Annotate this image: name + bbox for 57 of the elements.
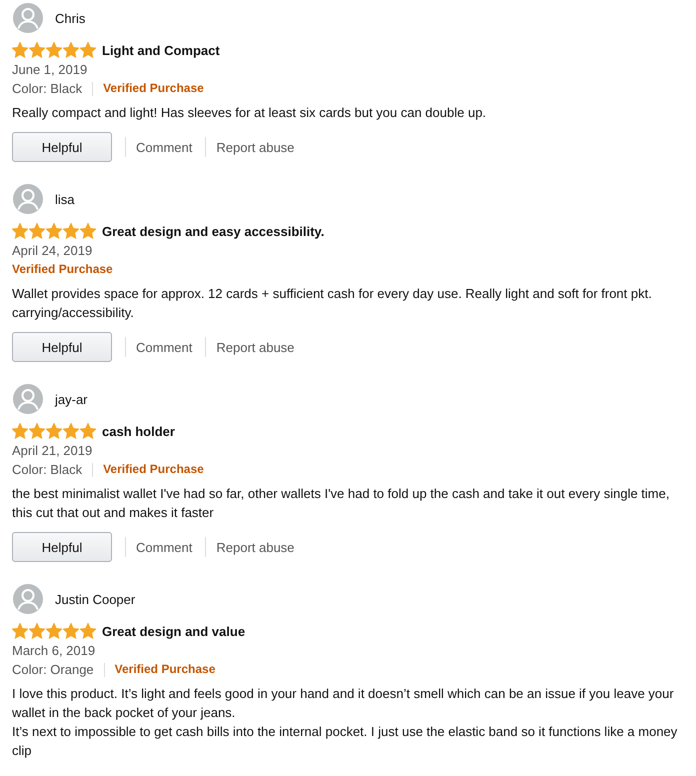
review-title: Great design and easy accessibility. bbox=[102, 224, 324, 238]
star-icon bbox=[46, 623, 62, 639]
review-text: Really compact and light! Has sleeves for at least six cards but you can double up. bbox=[12, 104, 488, 122]
comment-link[interactable]: Comment bbox=[136, 340, 192, 354]
comment-link[interactable]: Comment bbox=[136, 540, 192, 554]
avatar-icon bbox=[13, 3, 43, 33]
review-text: I love this product. It’s light and feels good in your hand and it doesn’t smell which can be an issue if you leave your wallet in the back pocket of your jeans. bbox=[12, 685, 675, 722]
star-icon bbox=[46, 223, 62, 239]
avatar-icon bbox=[13, 584, 43, 614]
reviewer-name: jay-ar bbox=[55, 392, 88, 406]
verified-purchase: Verified Purchase bbox=[12, 261, 113, 278]
star-icon bbox=[80, 623, 96, 639]
reviewer-name: Chris bbox=[55, 10, 86, 26]
star-icon bbox=[80, 423, 96, 439]
star-icon bbox=[63, 623, 79, 639]
star-icon bbox=[46, 42, 62, 58]
star-icon bbox=[29, 623, 45, 639]
star-icon bbox=[80, 223, 96, 239]
report-abuse-link[interactable]: Report abuse bbox=[216, 340, 294, 354]
avatar-icon bbox=[13, 184, 43, 214]
review-date: April 24, 2019 bbox=[12, 242, 94, 260]
star-icon bbox=[12, 42, 28, 58]
star-icon bbox=[12, 423, 28, 439]
verified-purchase: Verified Purchase bbox=[103, 80, 204, 97]
reviewer-name: lisa bbox=[55, 192, 75, 206]
comment-link[interactable]: Comment bbox=[136, 140, 192, 154]
verified-purchase: Verified Purchase bbox=[103, 461, 204, 478]
review-title: Great design and value bbox=[102, 624, 246, 638]
review-title: Light and Compact bbox=[102, 42, 220, 58]
review-text: the best minimalist wallet I've had so far, other wallets I've had to fold up the cash and take it out every single time, this cut that out and makes it faster bbox=[12, 485, 670, 522]
star-icon bbox=[80, 42, 96, 58]
product-variant: Color: Orange bbox=[12, 661, 94, 679]
review-date: June 1, 2019 bbox=[12, 61, 88, 79]
product-variant: Color: Black bbox=[12, 80, 82, 98]
review-date: March 6, 2019 bbox=[12, 642, 96, 660]
star-icon bbox=[29, 42, 45, 58]
review-text: Wallet provides space for approx. 12 cards + sufficient cash for every day use. Really light and soft for front pkt. carrying/accessibility. bbox=[12, 285, 653, 322]
report-abuse-link[interactable]: Report abuse bbox=[216, 540, 294, 554]
star-icon bbox=[12, 223, 28, 239]
helpful-button[interactable]: Helpful bbox=[12, 132, 112, 162]
star-icon bbox=[63, 223, 79, 239]
star-icon bbox=[29, 223, 45, 239]
star-icon bbox=[63, 42, 79, 58]
star-icon bbox=[12, 623, 28, 639]
helpful-button[interactable]: Helpful bbox=[12, 532, 112, 562]
star-icon bbox=[46, 423, 62, 439]
star-icon bbox=[63, 423, 79, 439]
verified-purchase: Verified Purchase bbox=[114, 661, 216, 678]
review-text: It’s next to impossible to get cash bills into the internal pocket. I just use the elastic band so it functions like a money clip bbox=[12, 723, 678, 760]
review-title: cash holder bbox=[102, 424, 175, 438]
star-icon bbox=[29, 423, 45, 439]
report-abuse-link[interactable]: Report abuse bbox=[216, 140, 294, 154]
helpful-button[interactable]: Helpful bbox=[12, 332, 112, 362]
reviewer-name: Justin Cooper bbox=[55, 592, 136, 606]
product-variant: Color: Black bbox=[12, 461, 82, 479]
review-date: April 21, 2019 bbox=[12, 442, 94, 460]
avatar-icon bbox=[13, 384, 43, 414]
